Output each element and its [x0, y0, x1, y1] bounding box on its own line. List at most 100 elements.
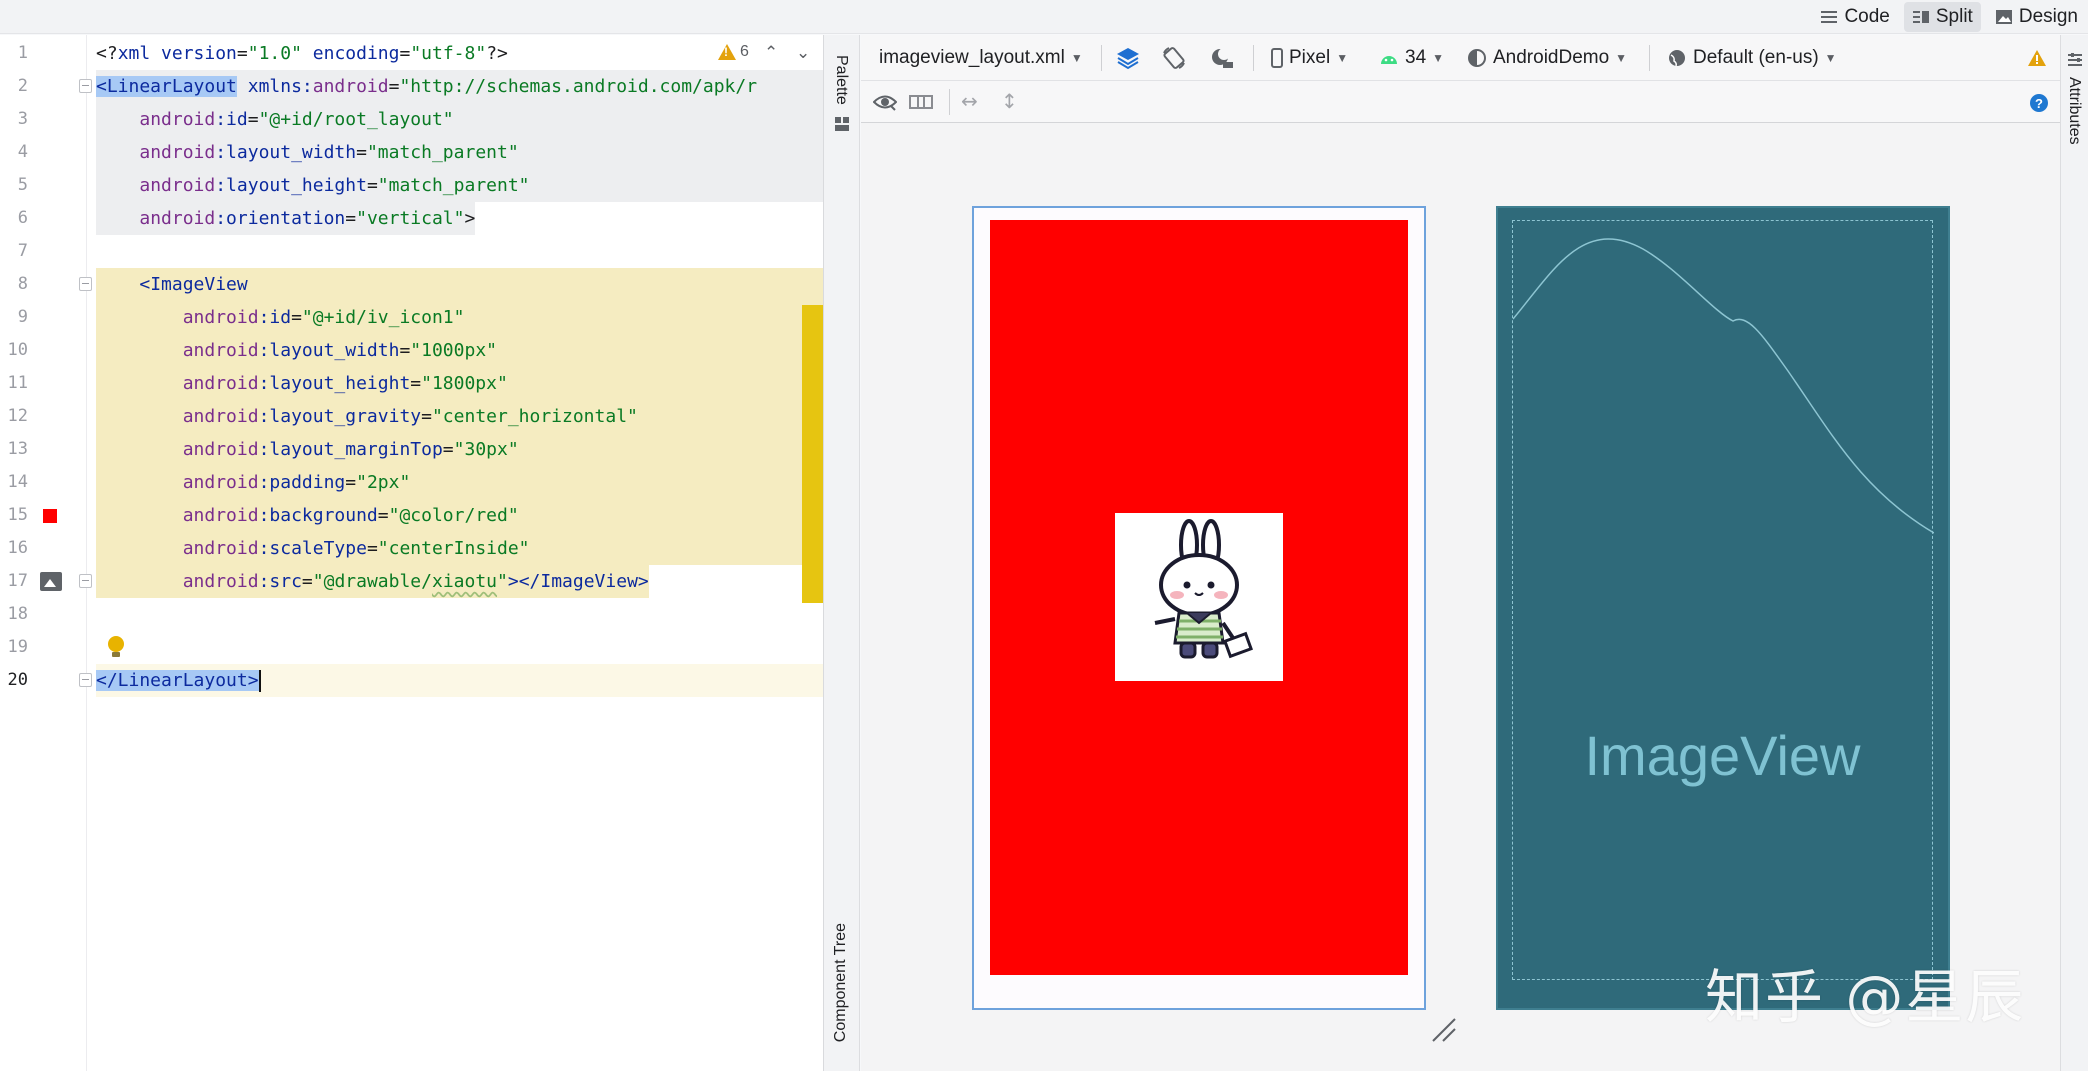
palette-side-strip: Palette Component Tree: [824, 35, 860, 1071]
locale-selector[interactable]: Default (en-us) ▼: [1667, 35, 1837, 81]
code-line: <ImageView: [96, 268, 823, 301]
rabbit-image: [1115, 513, 1283, 681]
code-line: android:layout_height="match_parent": [96, 169, 823, 202]
gutter-line: 5: [0, 169, 87, 202]
separator: [1649, 45, 1650, 71]
separator: [1101, 45, 1102, 71]
resize-handle-icon[interactable]: [1431, 1017, 1457, 1043]
horizontal-resize-icon[interactable]: ↔: [961, 89, 978, 113]
night-mode-button[interactable]: [1209, 35, 1235, 81]
eye-icon[interactable]: [873, 93, 897, 111]
code-text-area[interactable]: <?xml version="1.0" encoding="utf-8"?> <…: [96, 35, 823, 1071]
line-number: 10: [7, 340, 28, 360]
theme-icon: [1468, 49, 1486, 67]
code-line: android:scaleType="centerInside": [96, 532, 823, 565]
file-name: imageview_layout.xml: [879, 47, 1065, 68]
warnings-count: 6: [740, 43, 749, 60]
gutter-line: 10: [0, 334, 87, 367]
device-selector[interactable]: Pixel ▼: [1271, 35, 1348, 81]
gutter-line: 3: [0, 103, 87, 136]
palette-tab[interactable]: Palette: [832, 55, 850, 105]
line-number: 2: [17, 76, 28, 96]
chevron-up-icon[interactable]: ⌃: [764, 43, 778, 63]
blueprint-view-label: ImageView: [1584, 724, 1861, 787]
help-icon[interactable]: ?: [2029, 93, 2049, 113]
scrollbar-highlight-marker[interactable]: [802, 305, 823, 603]
split-mode-label: Split: [1935, 6, 1973, 27]
code-mode-label: Code: [1844, 6, 1890, 27]
line-number: 15: [7, 505, 28, 525]
warning-icon: [718, 44, 736, 60]
color-swatch-icon[interactable]: [43, 509, 57, 523]
gutter-line: 13: [0, 433, 87, 466]
code-line: android:padding="2px": [96, 466, 823, 499]
fold-icon[interactable]: [79, 574, 92, 588]
line-number-gutter: 1 2 3 4 5 6 7 8 9 10 11 12 13 14 15 16 1…: [0, 35, 124, 1071]
split-mode-button[interactable]: Split: [1903, 2, 1981, 32]
android-icon: [1381, 56, 1397, 64]
file-selector[interactable]: imageview_layout.xml ▼: [879, 35, 1083, 81]
code-line: android:layout_gravity="center_horizonta…: [96, 400, 823, 433]
fold-icon[interactable]: [79, 79, 92, 93]
line-number: 13: [7, 439, 28, 459]
line-number: 18: [7, 604, 28, 624]
component-tree-tab[interactable]: Component Tree: [832, 923, 850, 1042]
layers-icon: [1117, 48, 1139, 70]
gutter-line: 1: [0, 37, 87, 70]
drawable-preview-icon[interactable]: [40, 572, 62, 591]
line-number: 7: [17, 241, 28, 261]
code-line: <LinearLayout xmlns:android="http://sche…: [96, 70, 823, 103]
code-line: android:orientation="vertical">: [96, 202, 476, 235]
code-mode-button[interactable]: Code: [1812, 2, 1897, 32]
design-preview-device[interactable]: [972, 206, 1426, 1010]
code-line: <?xml version="1.0" encoding="utf-8"?>: [96, 43, 508, 64]
line-number: 3: [17, 109, 28, 129]
gutter-line: 18: [0, 598, 87, 631]
design-mode-label: Design: [2018, 6, 2078, 27]
fold-icon[interactable]: [79, 673, 92, 687]
text-cursor: [258, 670, 261, 692]
svg-text:?: ?: [2035, 96, 2043, 111]
design-toolbar: imageview_layout.xml ▼ Pixel ▼ 34 ▼ Android…: [861, 35, 2060, 81]
line-number: 6: [17, 208, 28, 228]
layout-design-surface: imageview_layout.xml ▼ Pixel ▼ 34 ▼ Android…: [861, 35, 2060, 1071]
chevron-down-icon: ▼: [1615, 51, 1628, 65]
line-number: 20: [7, 670, 28, 690]
chevron-down-icon: ▼: [1070, 51, 1083, 65]
line-number: 5: [17, 175, 28, 195]
design-mode-button[interactable]: Design: [1987, 2, 2086, 32]
theme-selector[interactable]: AndroidDemo ▼: [1467, 35, 1627, 81]
blueprint-preview-device[interactable]: ImageView: [1496, 206, 1950, 1010]
code-line: android:id="@+id/iv_icon1": [96, 301, 823, 334]
gutter-line: 17: [0, 565, 92, 598]
vertical-resize-icon[interactable]: ↕: [1001, 89, 1018, 113]
view-mode-bar: Code Split Design: [0, 0, 2088, 34]
warnings-indicator[interactable]: 6: [718, 43, 749, 61]
xml-code-editor[interactable]: 1 2 3 4 5 6 7 8 9 10 11 12 13 14 15 16 1…: [0, 35, 824, 1071]
chevron-down-icon[interactable]: ⌄: [796, 43, 810, 63]
line-number: 16: [7, 538, 28, 558]
split-icon: [1912, 11, 1929, 23]
line-number: 4: [17, 142, 28, 162]
fold-icon[interactable]: [79, 277, 92, 291]
layers-button[interactable]: [1115, 35, 1141, 81]
palette-icon: [835, 117, 849, 131]
attributes-tab[interactable]: Attributes: [2065, 77, 2083, 145]
design-secondary-toolbar: ↔ ↕ ?: [861, 81, 2060, 123]
blueprint-imageview-bounds[interactable]: ImageView: [1512, 220, 1934, 980]
api-level-selector[interactable]: 34 ▼: [1379, 35, 1444, 81]
chevron-down-icon: ▼: [1432, 51, 1445, 65]
lines-icon: [1821, 11, 1838, 23]
separator: [1253, 45, 1254, 71]
orientation-button[interactable]: [1161, 35, 1187, 81]
line-number: 8: [17, 274, 28, 294]
issues-button[interactable]: [2027, 35, 2047, 81]
gutter-line: 7: [0, 235, 87, 268]
gutter-line: 11: [0, 367, 87, 400]
imageview-preview[interactable]: [990, 220, 1408, 975]
night-mode-icon: [1212, 48, 1233, 68]
code-line: android:layout_marginTop="30px": [96, 433, 823, 466]
code-line: android:layout_width="match_parent": [96, 136, 823, 169]
columns-icon[interactable]: [909, 94, 933, 110]
locale-name: Default (en-us): [1693, 47, 1819, 68]
